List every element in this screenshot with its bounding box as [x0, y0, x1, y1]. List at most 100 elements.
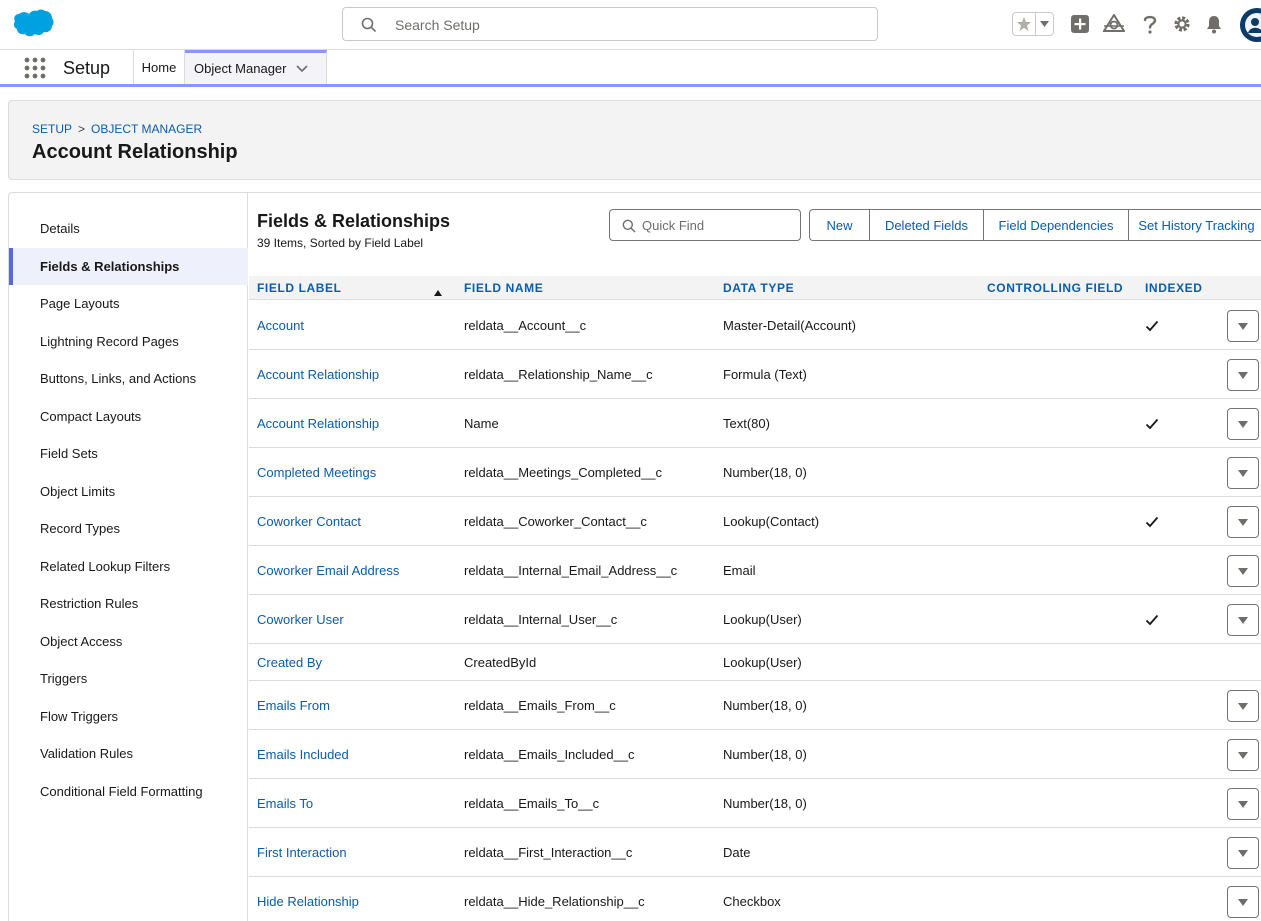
content-card: Details Fields & Relationships Page Layo…: [8, 192, 1261, 921]
row-actions-button[interactable]: [1227, 739, 1259, 771]
sidebar-item-details[interactable]: Details: [9, 210, 248, 247]
field-label-link[interactable]: Emails Included: [257, 747, 349, 762]
breadcrumb: SETUP > OBJECT MANAGER: [32, 122, 202, 136]
field-data-type: Date: [723, 845, 751, 860]
row-actions-button[interactable]: [1227, 690, 1259, 722]
field-label-link[interactable]: Emails From: [257, 698, 330, 713]
field-api-name: reldata__Meetings_Completed__c: [464, 465, 663, 480]
field-data-type: Number(18, 0): [723, 747, 807, 762]
sidebar-item-flow-triggers[interactable]: Flow Triggers: [9, 698, 248, 735]
sidebar-item-object-access[interactable]: Object Access: [9, 623, 248, 660]
row-actions-button[interactable]: [1227, 359, 1259, 391]
chevron-down-icon: [1238, 322, 1248, 330]
global-search-input[interactable]: Search Setup: [342, 7, 878, 41]
sidebar-item-label: Validation Rules: [40, 746, 133, 761]
sidebar-item-triggers[interactable]: Triggers: [9, 660, 248, 697]
row-actions-button[interactable]: [1227, 886, 1259, 918]
add-icon[interactable]: [1069, 13, 1091, 35]
field-label-link[interactable]: First Interaction: [257, 845, 347, 860]
field-label-link[interactable]: Hide Relationship: [257, 894, 359, 909]
row-actions-button[interactable]: [1227, 604, 1259, 636]
row-actions-button[interactable]: [1227, 408, 1259, 440]
breadcrumb-setup[interactable]: SETUP: [32, 122, 72, 136]
field-label-link[interactable]: Emails To: [257, 796, 313, 811]
field-data-type: Text(80): [723, 416, 770, 431]
deleted-fields-button[interactable]: Deleted Fields: [870, 210, 984, 240]
row-actions-button[interactable]: [1227, 457, 1259, 489]
field-api-name: reldata__Hide_Relationship__c: [464, 894, 645, 909]
row-actions-button[interactable]: [1227, 310, 1259, 342]
row-actions-button[interactable]: [1227, 788, 1259, 820]
app-launcher-icon[interactable]: [24, 57, 46, 79]
avatar[interactable]: [1240, 8, 1261, 42]
column-header-field-label[interactable]: FIELD LABEL: [257, 281, 342, 295]
section-title: Fields & Relationships: [257, 211, 451, 231]
tab-home[interactable]: Home: [133, 50, 185, 84]
sidebar-item-label: Restriction Rules: [40, 596, 139, 611]
field-label-link[interactable]: Account: [257, 318, 304, 333]
table-row: Created By CreatedById Lookup(User): [249, 644, 1261, 681]
sort-ascending-icon[interactable]: [434, 284, 442, 299]
indexed-check-icon: [1145, 418, 1159, 433]
breadcrumb-object-manager[interactable]: OBJECT MANAGER: [91, 122, 202, 136]
field-label-link[interactable]: Coworker Email Address: [257, 563, 399, 578]
sidebar-item-lightning-record-pages[interactable]: Lightning Record Pages: [9, 323, 248, 360]
row-actions-button[interactable]: [1227, 837, 1259, 869]
field-label-link[interactable]: Completed Meetings: [257, 465, 376, 480]
sidebar-item-record-types[interactable]: Record Types: [9, 510, 248, 547]
field-label-link[interactable]: Coworker User: [257, 612, 344, 627]
sidebar-item-restriction-rules[interactable]: Restriction Rules: [9, 585, 248, 622]
sidebar-item-related-lookup-filters[interactable]: Related Lookup Filters: [9, 548, 248, 585]
salesforce-logo[interactable]: [12, 9, 54, 39]
new-button[interactable]: New: [810, 210, 870, 240]
field-label-link[interactable]: Account Relationship: [257, 416, 379, 431]
field-dependencies-button[interactable]: Field Dependencies: [984, 210, 1129, 240]
indexed-check-icon: [1145, 614, 1159, 629]
sidebar-item-field-sets[interactable]: Field Sets: [9, 435, 248, 472]
field-data-type: Formula (Text): [723, 367, 807, 382]
sidebar-item-compact-layouts[interactable]: Compact Layouts: [9, 398, 248, 435]
gear-icon[interactable]: [1171, 13, 1193, 35]
table-row: Hide Relationship reldata__Hide_Relations…: [249, 877, 1261, 921]
tab-object-manager[interactable]: Object Manager: [185, 50, 327, 84]
column-header-data-type[interactable]: DATA TYPE: [723, 281, 794, 295]
help-icon[interactable]: [1139, 13, 1161, 35]
page-title: Account Relationship: [32, 141, 238, 163]
sidebar-item-page-layouts[interactable]: Page Layouts: [9, 285, 248, 322]
sidebar-item-label: Compact Layouts: [40, 409, 142, 424]
set-history-tracking-button[interactable]: Set History Tracking: [1129, 210, 1261, 240]
field-data-type: Checkbox: [723, 894, 781, 909]
field-api-name: reldata__Emails_From__c: [464, 698, 616, 713]
page-header: SETUP > OBJECT MANAGER Account Relations…: [8, 100, 1261, 180]
field-label-link[interactable]: Created By: [257, 655, 322, 670]
field-api-name: reldata__Emails_To__c: [464, 796, 600, 811]
trailhead-icon[interactable]: [1103, 13, 1125, 35]
chevron-down-icon: [1238, 469, 1248, 477]
sidebar-item-validation-rules[interactable]: Validation Rules: [9, 735, 248, 772]
sidebar-item-conditional-field-formatting[interactable]: Conditional Field Formatting: [9, 773, 248, 810]
chevron-down-icon: [1238, 371, 1248, 379]
column-header-indexed[interactable]: INDEXED: [1145, 281, 1203, 295]
chevron-down-icon[interactable]: [295, 62, 309, 77]
quick-find-input[interactable]: Quick Find: [609, 209, 801, 241]
favorites-star-icon[interactable]: [1013, 13, 1035, 35]
column-header-field-name[interactable]: FIELD NAME: [464, 281, 543, 295]
sidebar-item-object-limits[interactable]: Object Limits: [9, 473, 248, 510]
row-actions-button[interactable]: [1227, 506, 1259, 538]
field-label-link[interactable]: Account Relationship: [257, 367, 379, 382]
object-sidebar: Details Fields & Relationships Page Layo…: [9, 193, 248, 921]
tab-home-label: Home: [141, 59, 177, 75]
row-actions-button[interactable]: [1227, 555, 1259, 587]
field-api-name: reldata__First_Interaction__c: [464, 845, 633, 860]
bell-icon[interactable]: [1203, 13, 1225, 35]
sidebar-item-label: Record Types: [40, 521, 120, 536]
chevron-down-icon: [1238, 616, 1248, 624]
tab-object-manager-label: Object Manager: [194, 61, 287, 76]
column-header-controlling-field[interactable]: CONTROLLING FIELD: [987, 281, 1123, 295]
field-label-link[interactable]: Coworker Contact: [257, 514, 361, 529]
sidebar-item-fields-relationships[interactable]: Fields & Relationships: [9, 248, 248, 285]
field-data-type: Number(18, 0): [723, 796, 807, 811]
favorites-dropdown-icon[interactable]: [1035, 13, 1053, 35]
sidebar-item-buttons-links-actions[interactable]: Buttons, Links, and Actions: [9, 360, 248, 397]
field-api-name: reldata__Account__c: [464, 318, 587, 333]
